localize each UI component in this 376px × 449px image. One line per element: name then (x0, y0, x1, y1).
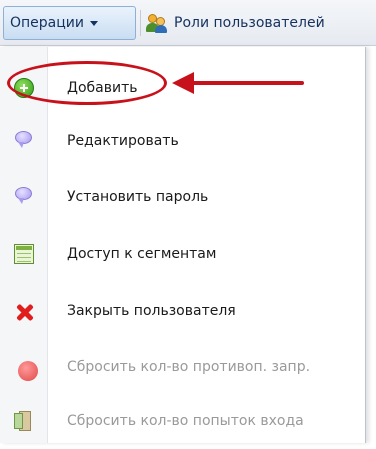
door-icon (14, 411, 34, 431)
password-bubble-icon (14, 187, 34, 207)
close-x-icon (14, 301, 34, 321)
operations-label: Операции (10, 15, 84, 31)
arrow-annotation-shaft (190, 81, 304, 85)
window: Операции Роли пользователей Добавить Ред… (0, 0, 376, 443)
red-dot-icon (18, 361, 38, 381)
user-roles-label: Роли пользователей (174, 15, 325, 31)
menu-item-set-password[interactable]: Установить пароль (0, 169, 366, 225)
table-icon (14, 244, 34, 264)
menu-item-segment-access[interactable]: Доступ к сегментам (0, 226, 366, 282)
menu-item-label: Редактировать (67, 133, 179, 149)
user-roles-button[interactable]: Роли пользователей (146, 6, 325, 40)
edit-bubble-icon (14, 131, 34, 151)
menu-item-edit[interactable]: Редактировать (0, 113, 366, 169)
toolbar: Операции Роли пользователей (0, 0, 376, 46)
menu-item-label: Закрыть пользователя (67, 303, 236, 319)
menu-item-reset-counter-requests: Сбросить кол-во противоп. запр. (0, 339, 366, 395)
users-icon (146, 13, 168, 33)
menu-item-label: Сбросить кол-во противоп. запр. (67, 359, 311, 375)
menu-item-reset-login-attempts: Сбросить кол-во попыток входа (0, 393, 366, 449)
highlight-oval-annotation (7, 61, 167, 105)
menu-item-label: Установить пароль (67, 189, 209, 205)
operations-menu: Добавить Редактировать Установить пароль… (0, 47, 366, 443)
menu-item-close-user[interactable]: Закрыть пользователя (0, 283, 366, 339)
toolbar-separator (140, 10, 141, 36)
menu-item-label: Доступ к сегментам (67, 246, 217, 262)
operations-dropdown-button[interactable]: Операции (3, 6, 136, 40)
menu-item-label: Сбросить кол-во попыток входа (67, 413, 304, 429)
chevron-down-icon (89, 20, 98, 26)
